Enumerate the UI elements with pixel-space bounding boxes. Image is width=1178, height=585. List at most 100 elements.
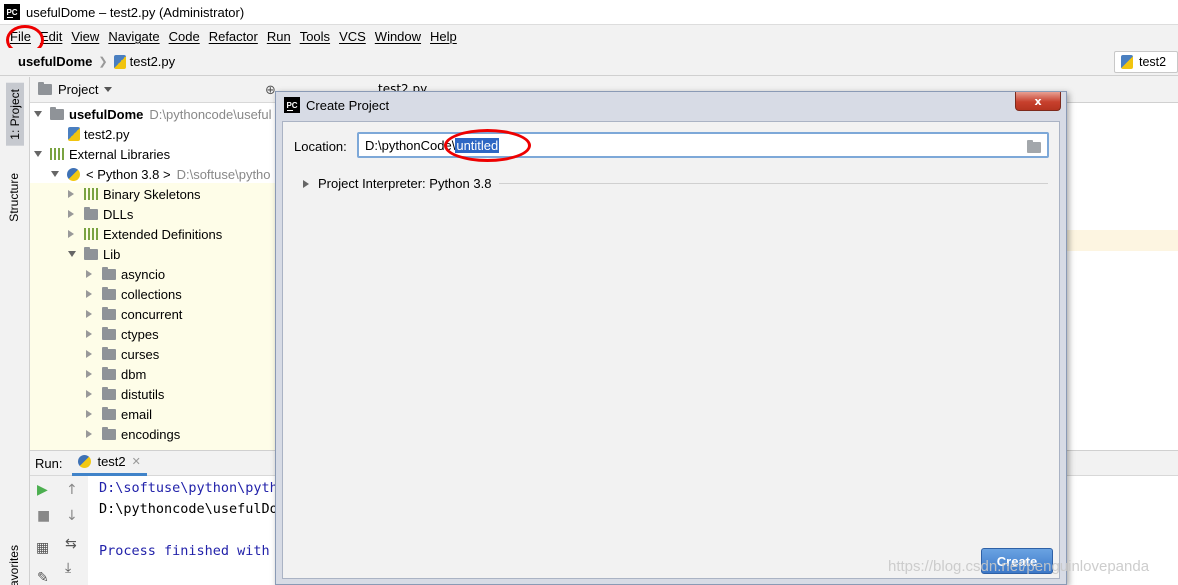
python-icon — [78, 455, 92, 468]
python-file-icon — [68, 127, 80, 141]
menu-bar: File Edit View Navigate Code Refactor Ru… — [0, 25, 1178, 48]
soft-wrap-icon[interactable]: ⇆ — [65, 536, 77, 552]
dialog-title-bar: PC Create Project — [276, 92, 1066, 118]
tree-path: D:\pythoncode\useful — [149, 106, 272, 122]
folder-icon — [102, 326, 116, 340]
tree-label: usefulDome — [69, 106, 144, 122]
collapsed-arrow-icon[interactable] — [86, 310, 92, 318]
tree-row[interactable]: distutils — [86, 384, 164, 404]
python-file-icon — [1121, 55, 1133, 69]
collapsed-arrow-icon[interactable] — [86, 270, 92, 278]
python-icon — [67, 167, 80, 181]
tree-label: email — [121, 406, 153, 422]
collapsed-arrow-icon[interactable] — [86, 330, 92, 338]
folder-icon — [102, 346, 116, 360]
tree-row[interactable]: encodings — [86, 424, 180, 444]
scroll-down-icon[interactable]: ↓ — [66, 508, 78, 524]
tree-label: Lib — [103, 246, 121, 262]
breadcrumb-file[interactable]: test2.py — [130, 54, 176, 69]
expand-arrow-icon[interactable] — [303, 179, 309, 188]
title-bar: PC usefulDome – test2.py (Administrator) — [0, 0, 1178, 25]
breadcrumb-project[interactable]: usefulDome — [18, 54, 92, 69]
tree-row[interactable]: External Libraries — [34, 144, 170, 164]
menu-help[interactable]: Help — [430, 29, 457, 44]
collapsed-arrow-icon[interactable] — [86, 430, 92, 438]
tree-row[interactable]: < Python 3.8 > D:\softuse\pytho — [51, 164, 271, 184]
menu-code[interactable]: Code — [169, 29, 200, 44]
tree-row[interactable]: email — [86, 404, 152, 424]
tree-row[interactable]: Lib — [68, 244, 120, 264]
location-input[interactable]: D:\pythonCode\ untitled — [357, 132, 1049, 158]
tree-label: curses — [121, 346, 160, 362]
console-line: D:\pythoncode\usefulDo — [99, 501, 278, 517]
menu-edit[interactable]: Edit — [40, 29, 62, 44]
tree-label: distutils — [121, 386, 165, 402]
pin-icon[interactable]: ✎ — [37, 570, 49, 585]
chevron-down-icon[interactable] — [104, 87, 113, 92]
scroll-up-icon[interactable]: ↑ — [66, 482, 78, 498]
folder-icon — [102, 406, 116, 420]
tree-row[interactable]: Binary Skeletons — [68, 184, 201, 204]
menu-vcs[interactable]: VCS — [339, 29, 366, 44]
project-panel-header: Project — [30, 77, 275, 103]
collapsed-arrow-icon[interactable] — [86, 410, 92, 418]
library-icon — [84, 188, 98, 200]
structure-tool-tab[interactable]: Structure — [7, 173, 21, 222]
folder-icon — [38, 82, 52, 95]
tree-row[interactable]: asyncio — [86, 264, 165, 284]
menu-tools[interactable]: Tools — [300, 29, 330, 44]
favorites-tool-tab[interactable]: avorites — [7, 545, 21, 585]
menu-view[interactable]: View — [71, 29, 99, 44]
collapsed-arrow-icon[interactable] — [86, 390, 92, 398]
tree-label: encodings — [121, 426, 181, 442]
folder-icon — [102, 386, 116, 400]
tree-row[interactable]: curses — [86, 344, 159, 364]
project-tool-tab[interactable]: 1: Project — [6, 83, 24, 146]
menu-refactor[interactable]: Refactor — [209, 29, 258, 44]
dialog-close-button[interactable]: x — [1015, 92, 1061, 111]
scroll-to-end-icon[interactable]: ⤓ — [65, 560, 71, 576]
tree-label: External Libraries — [69, 146, 171, 162]
folder-icon — [84, 206, 98, 220]
expanded-arrow-icon[interactable] — [34, 151, 42, 157]
collapsed-arrow-icon[interactable] — [86, 350, 92, 358]
run-toolbar: ▶ ■ ▦ ✎ ↑ ↓ ⇆ ⤓ — [30, 476, 88, 585]
layout-icon[interactable]: ▦ — [36, 540, 49, 556]
collapsed-arrow-icon[interactable] — [68, 230, 74, 238]
tree-row[interactable]: ctypes — [86, 324, 159, 344]
expanded-arrow-icon[interactable] — [68, 251, 76, 257]
tree-row[interactable]: usefulDome D:\pythoncode\useful — [34, 104, 272, 124]
browse-folder-icon[interactable] — [1027, 139, 1041, 154]
collapsed-arrow-icon[interactable] — [86, 290, 92, 298]
collapsed-arrow-icon[interactable] — [86, 370, 92, 378]
project-interpreter-section[interactable]: Project Interpreter: Python 3.8 — [303, 176, 1048, 191]
tree-row[interactable]: Extended Definitions — [68, 224, 222, 244]
close-icon[interactable]: ✕ — [132, 455, 141, 468]
location-selected-text: untitled — [455, 137, 500, 153]
run-tab[interactable]: test2 ✕ — [72, 450, 147, 476]
menu-window[interactable]: Window — [375, 29, 421, 44]
collapsed-arrow-icon[interactable] — [68, 210, 74, 218]
window-title: usefulDome – test2.py (Administrator) — [26, 4, 245, 20]
rerun-icon[interactable]: ▶ — [37, 482, 48, 498]
tree-row[interactable]: DLLs — [68, 204, 133, 224]
project-tree: usefulDome D:\pythoncode\useful test2.py… — [30, 103, 275, 450]
section-divider — [499, 183, 1048, 184]
tree-row[interactable]: collections — [86, 284, 182, 304]
stop-icon[interactable]: ■ — [37, 508, 50, 524]
menu-navigate[interactable]: Navigate — [108, 29, 159, 44]
tree-label: Binary Skeletons — [103, 186, 201, 202]
tree-label: Extended Definitions — [103, 226, 223, 242]
run-config-selector[interactable]: test2 — [1114, 51, 1178, 73]
collapsed-arrow-icon[interactable] — [68, 190, 74, 198]
tree-label: asyncio — [121, 266, 166, 282]
menu-run[interactable]: Run — [267, 29, 291, 44]
tree-row[interactable]: dbm — [86, 364, 146, 384]
folder-icon — [50, 106, 64, 120]
tree-row[interactable]: test2.py — [68, 124, 130, 144]
expanded-arrow-icon[interactable] — [51, 171, 59, 177]
menu-file[interactable]: File — [10, 29, 31, 44]
expanded-arrow-icon[interactable] — [34, 111, 42, 117]
project-panel-title[interactable]: Project — [58, 82, 98, 97]
tree-row[interactable]: concurrent — [86, 304, 182, 324]
